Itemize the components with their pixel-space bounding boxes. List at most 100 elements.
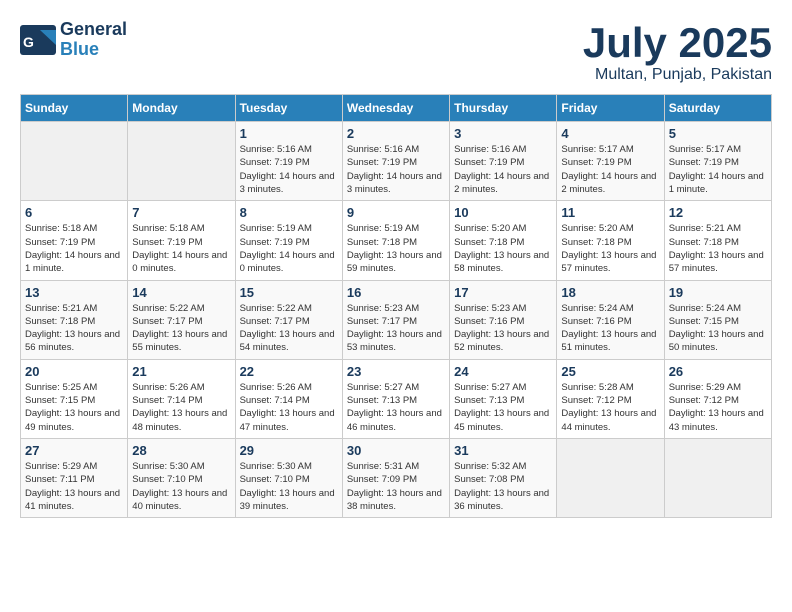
location: Multan, Punjab, Pakistan	[583, 66, 772, 84]
day-number: 11	[561, 205, 659, 220]
day-number: 23	[347, 364, 445, 379]
day-detail: Sunrise: 5:23 AM Sunset: 7:16 PM Dayligh…	[454, 302, 552, 355]
day-number: 5	[669, 126, 767, 141]
day-number: 28	[132, 443, 230, 458]
day-detail: Sunrise: 5:18 AM Sunset: 7:19 PM Dayligh…	[132, 222, 230, 275]
calendar-cell	[128, 122, 235, 201]
day-detail: Sunrise: 5:30 AM Sunset: 7:10 PM Dayligh…	[132, 460, 230, 513]
day-number: 3	[454, 126, 552, 141]
day-number: 25	[561, 364, 659, 379]
calendar-cell: 9Sunrise: 5:19 AM Sunset: 7:18 PM Daylig…	[342, 201, 449, 280]
calendar-cell: 5 Sunrise: 5:17 AM Sunset: 7:19 PM Daylig…	[664, 122, 771, 201]
logo-icon: G	[20, 25, 56, 55]
day-number: 7	[132, 205, 230, 220]
day-number: 12	[669, 205, 767, 220]
calendar-body: 1 Sunrise: 5:16 AM Sunset: 7:19 PM Daylig…	[21, 122, 772, 518]
calendar-cell: 20Sunrise: 5:25 AM Sunset: 7:15 PM Dayli…	[21, 359, 128, 438]
calendar-cell: 22 Sunrise: 5:26 AM Sunset: 7:14 PM Dayli…	[235, 359, 342, 438]
page-header: G General Blue July 2025 Multan, Punjab,…	[20, 20, 772, 84]
calendar-cell: 2 Sunrise: 5:16 AM Sunset: 7:19 PM Daylig…	[342, 122, 449, 201]
weekday-header: Saturday	[664, 95, 771, 122]
day-number: 18	[561, 285, 659, 300]
day-detail: Sunrise: 5:16 AM Sunset: 7:19 PM Dayligh…	[454, 143, 552, 196]
calendar-table: SundayMondayTuesdayWednesdayThursdayFrid…	[20, 94, 772, 518]
calendar-cell: 4 Sunrise: 5:17 AM Sunset: 7:19 PM Daylig…	[557, 122, 664, 201]
title-block: July 2025 Multan, Punjab, Pakistan	[583, 20, 772, 84]
day-detail: Sunrise: 5:17 AM Sunset: 7:19 PM Dayligh…	[561, 143, 659, 196]
calendar-cell: 19Sunrise: 5:24 AM Sunset: 7:15 PM Dayli…	[664, 280, 771, 359]
calendar-cell: 31 Sunrise: 5:32 AM Sunset: 7:08 PM Dayli…	[450, 438, 557, 517]
day-detail: Sunrise: 5:32 AM Sunset: 7:08 PM Dayligh…	[454, 460, 552, 513]
day-detail: Sunrise: 5:22 AM Sunset: 7:17 PM Dayligh…	[240, 302, 338, 355]
day-number: 15	[240, 285, 338, 300]
day-detail: Sunrise: 5:16 AM Sunset: 7:19 PM Dayligh…	[240, 143, 338, 196]
calendar-cell: 23 Sunrise: 5:27 AM Sunset: 7:13 PM Dayli…	[342, 359, 449, 438]
day-number: 24	[454, 364, 552, 379]
day-number: 30	[347, 443, 445, 458]
calendar-cell: 26Sunrise: 5:29 AM Sunset: 7:12 PM Dayli…	[664, 359, 771, 438]
calendar-cell	[21, 122, 128, 201]
calendar-cell: 14 Sunrise: 5:22 AM Sunset: 7:17 PM Dayli…	[128, 280, 235, 359]
calendar-week-row: 13 Sunrise: 5:21 AM Sunset: 7:18 PM Dayli…	[21, 280, 772, 359]
day-detail: Sunrise: 5:27 AM Sunset: 7:13 PM Dayligh…	[347, 381, 445, 434]
calendar-cell: 28 Sunrise: 5:30 AM Sunset: 7:10 PM Dayli…	[128, 438, 235, 517]
logo-general: General	[60, 20, 127, 40]
weekday-header: Friday	[557, 95, 664, 122]
weekday-header: Monday	[128, 95, 235, 122]
day-detail: Sunrise: 5:30 AM Sunset: 7:10 PM Dayligh…	[240, 460, 338, 513]
day-detail: Sunrise: 5:29 AM Sunset: 7:12 PM Dayligh…	[669, 381, 767, 434]
calendar-cell: 16 Sunrise: 5:23 AM Sunset: 7:17 PM Dayli…	[342, 280, 449, 359]
calendar-cell: 29 Sunrise: 5:30 AM Sunset: 7:10 PM Dayli…	[235, 438, 342, 517]
calendar-cell: 17Sunrise: 5:23 AM Sunset: 7:16 PM Dayli…	[450, 280, 557, 359]
day-number: 16	[347, 285, 445, 300]
weekday-header: Sunday	[21, 95, 128, 122]
day-detail: Sunrise: 5:18 AM Sunset: 7:19 PM Dayligh…	[25, 222, 123, 275]
calendar-cell: 3 Sunrise: 5:16 AM Sunset: 7:19 PM Daylig…	[450, 122, 557, 201]
calendar-week-row: 1 Sunrise: 5:16 AM Sunset: 7:19 PM Daylig…	[21, 122, 772, 201]
calendar-cell: 12Sunrise: 5:21 AM Sunset: 7:18 PM Dayli…	[664, 201, 771, 280]
day-detail: Sunrise: 5:16 AM Sunset: 7:19 PM Dayligh…	[347, 143, 445, 196]
day-detail: Sunrise: 5:20 AM Sunset: 7:18 PM Dayligh…	[454, 222, 552, 275]
calendar-cell: 15 Sunrise: 5:22 AM Sunset: 7:17 PM Dayli…	[235, 280, 342, 359]
day-detail: Sunrise: 5:29 AM Sunset: 7:11 PM Dayligh…	[25, 460, 123, 513]
day-number: 1	[240, 126, 338, 141]
day-detail: Sunrise: 5:22 AM Sunset: 7:17 PM Dayligh…	[132, 302, 230, 355]
day-number: 22	[240, 364, 338, 379]
calendar-cell: 8Sunrise: 5:19 AM Sunset: 7:19 PM Daylig…	[235, 201, 342, 280]
day-number: 10	[454, 205, 552, 220]
day-detail: Sunrise: 5:23 AM Sunset: 7:17 PM Dayligh…	[347, 302, 445, 355]
day-number: 9	[347, 205, 445, 220]
month-title: July 2025	[583, 20, 772, 66]
weekday-header: Tuesday	[235, 95, 342, 122]
day-detail: Sunrise: 5:19 AM Sunset: 7:19 PM Dayligh…	[240, 222, 338, 275]
day-number: 2	[347, 126, 445, 141]
weekday-header: Wednesday	[342, 95, 449, 122]
day-detail: Sunrise: 5:20 AM Sunset: 7:18 PM Dayligh…	[561, 222, 659, 275]
day-number: 6	[25, 205, 123, 220]
day-detail: Sunrise: 5:27 AM Sunset: 7:13 PM Dayligh…	[454, 381, 552, 434]
day-detail: Sunrise: 5:17 AM Sunset: 7:19 PM Dayligh…	[669, 143, 767, 196]
day-detail: Sunrise: 5:28 AM Sunset: 7:12 PM Dayligh…	[561, 381, 659, 434]
calendar-cell: 10 Sunrise: 5:20 AM Sunset: 7:18 PM Dayli…	[450, 201, 557, 280]
day-number: 14	[132, 285, 230, 300]
day-detail: Sunrise: 5:26 AM Sunset: 7:14 PM Dayligh…	[132, 381, 230, 434]
calendar-week-row: 27Sunrise: 5:29 AM Sunset: 7:11 PM Dayli…	[21, 438, 772, 517]
calendar-cell: 6 Sunrise: 5:18 AM Sunset: 7:19 PM Daylig…	[21, 201, 128, 280]
day-number: 31	[454, 443, 552, 458]
calendar-cell: 30Sunrise: 5:31 AM Sunset: 7:09 PM Dayli…	[342, 438, 449, 517]
header-row: SundayMondayTuesdayWednesdayThursdayFrid…	[21, 95, 772, 122]
logo-blue: Blue	[60, 40, 127, 60]
calendar-cell	[664, 438, 771, 517]
day-number: 21	[132, 364, 230, 379]
weekday-header: Thursday	[450, 95, 557, 122]
calendar-week-row: 20Sunrise: 5:25 AM Sunset: 7:15 PM Dayli…	[21, 359, 772, 438]
day-detail: Sunrise: 5:26 AM Sunset: 7:14 PM Dayligh…	[240, 381, 338, 434]
day-number: 29	[240, 443, 338, 458]
day-detail: Sunrise: 5:21 AM Sunset: 7:18 PM Dayligh…	[25, 302, 123, 355]
calendar-cell	[557, 438, 664, 517]
day-number: 13	[25, 285, 123, 300]
calendar-cell: 1 Sunrise: 5:16 AM Sunset: 7:19 PM Daylig…	[235, 122, 342, 201]
day-detail: Sunrise: 5:24 AM Sunset: 7:16 PM Dayligh…	[561, 302, 659, 355]
calendar-week-row: 6 Sunrise: 5:18 AM Sunset: 7:19 PM Daylig…	[21, 201, 772, 280]
day-number: 4	[561, 126, 659, 141]
